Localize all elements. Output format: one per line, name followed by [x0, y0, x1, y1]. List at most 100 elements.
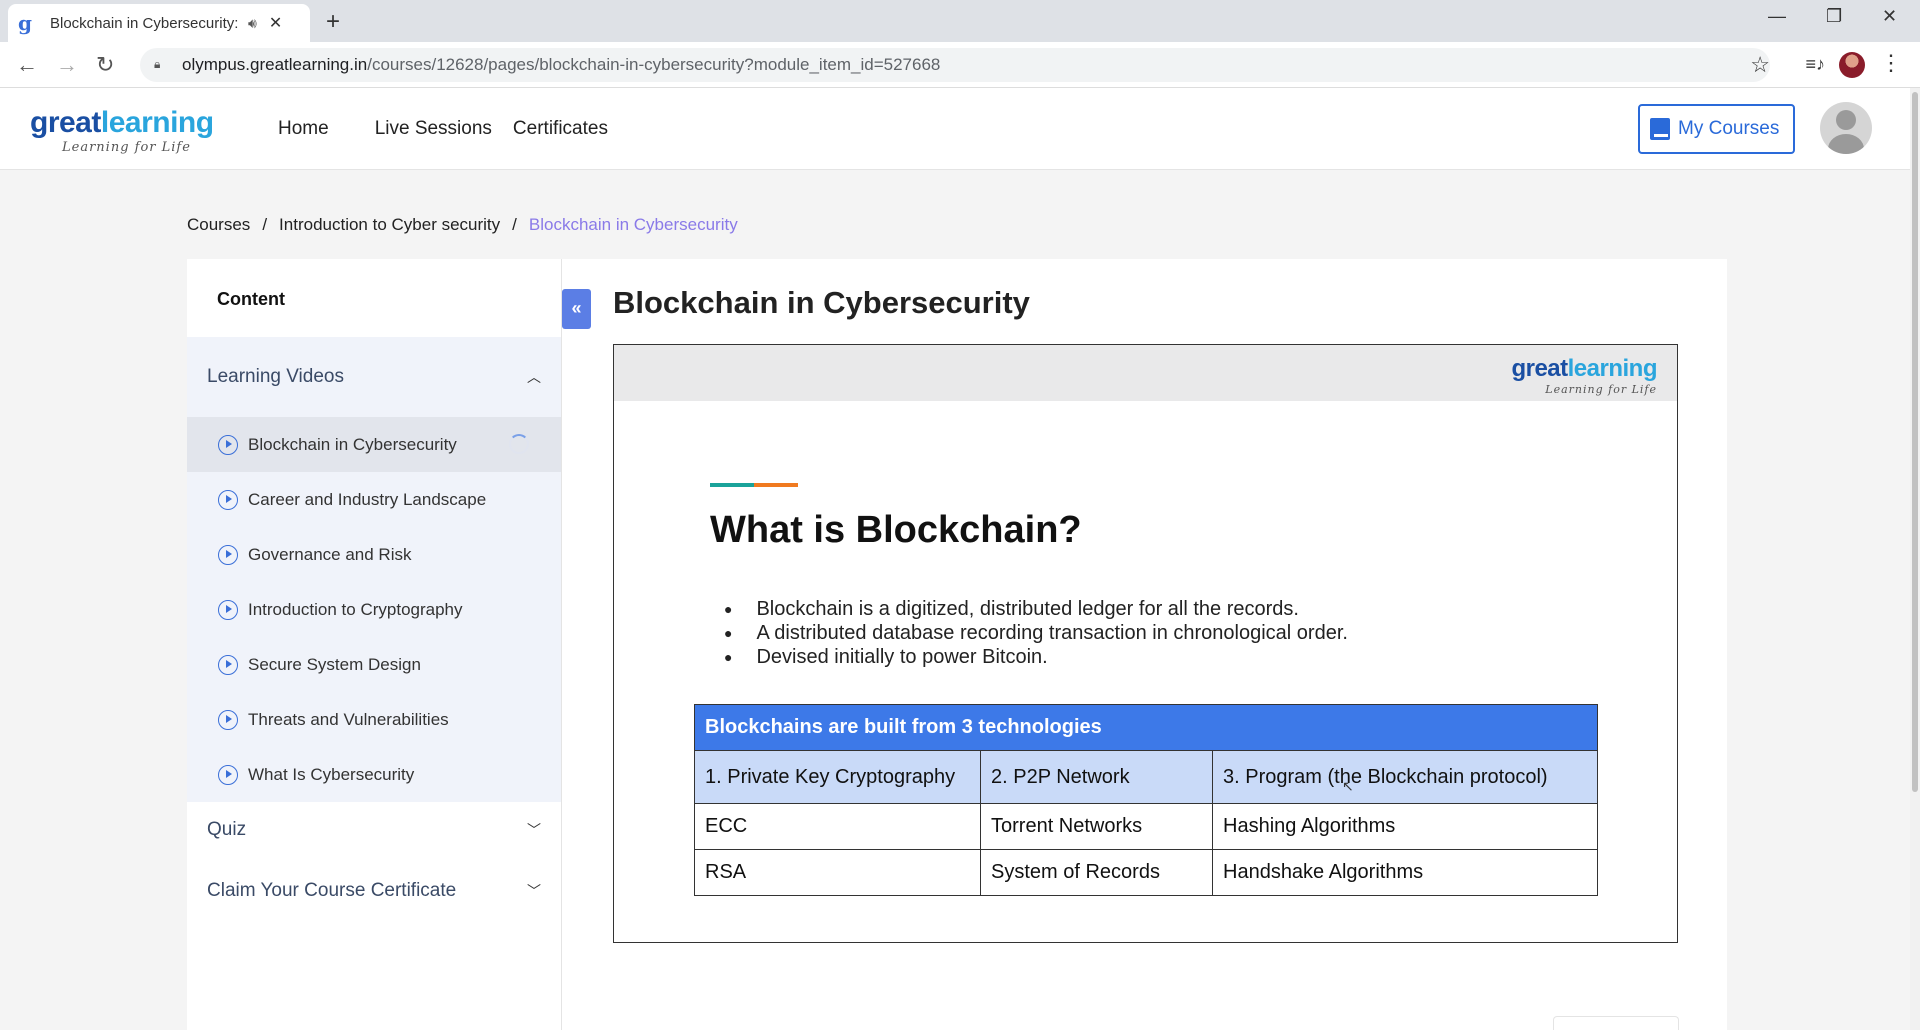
content-sidebar: Content Learning Videos ︿ Blockchain in …	[187, 259, 562, 1030]
video-item-label: Threats and Vulnerabilities	[248, 709, 449, 729]
table-cell: ECC	[694, 803, 981, 850]
section-quiz[interactable]: Quiz ﹀	[187, 802, 561, 858]
browser-menu-icon[interactable]: ⋮	[1880, 50, 1902, 76]
video-item-secure-design[interactable]: Secure System Design	[187, 637, 561, 692]
chevron-down-icon[interactable]: ﹀	[527, 881, 541, 901]
logo-wordmark: greatlearning	[30, 106, 214, 140]
play-icon	[218, 599, 238, 620]
browser-tab[interactable]: g Blockchain in Cybersecurity: 🔊︎ ✕	[8, 4, 310, 42]
section-claim-certificate[interactable]: Claim Your Course Certificate ﹀	[187, 858, 561, 924]
video-list: Blockchain in Cybersecurity Career and I…	[187, 417, 561, 802]
video-item-cryptography[interactable]: Introduction to Cryptography	[187, 582, 561, 637]
greatlearning-logo[interactable]: greatlearning Learning for Life	[30, 106, 214, 155]
section-label: Learning Videos	[207, 366, 344, 387]
reload-icon[interactable]: ↻	[96, 52, 114, 78]
speaker-icon[interactable]: 🔊︎	[248, 15, 257, 32]
close-window-icon[interactable]: ✕	[1882, 6, 1897, 27]
table-header-cell: Blockchains are built from 3 technologie…	[694, 704, 1598, 751]
logo-part-learning: learning	[100, 106, 214, 139]
restore-icon[interactable]: ❐	[1826, 6, 1842, 27]
play-icon	[218, 489, 238, 510]
lecture-slide[interactable]: greatlearning Learning for Life What is …	[613, 344, 1678, 943]
video-item-label: What Is Cybersecurity	[248, 764, 415, 784]
sidebar-heading: Content	[217, 289, 285, 309]
play-icon	[218, 544, 238, 565]
my-courses-button[interactable]: My Courses	[1638, 104, 1795, 154]
logo-part-great: great	[1511, 355, 1568, 382]
back-icon[interactable]: ←	[16, 52, 38, 78]
chevron-down-icon[interactable]: ﹀	[527, 820, 541, 840]
table-cell: System of Records	[980, 849, 1213, 896]
column-header: 1. Private Key Cryptography	[694, 750, 981, 804]
video-item-governance[interactable]: Governance and Risk	[187, 527, 561, 582]
bullet-item: A distributed database recording transac…	[724, 621, 1347, 645]
video-item-career[interactable]: Career and Industry Landscape	[187, 472, 561, 527]
slide-title: What is Blockchain?	[710, 509, 1082, 551]
technologies-table: Blockchains are built from 3 technologie…	[694, 704, 1598, 896]
slide-logo-tagline: Learning for Life	[1545, 383, 1657, 396]
book-icon	[1650, 118, 1670, 140]
section-learning-videos[interactable]: Learning Videos ︿	[187, 337, 561, 417]
bullet-item: Devised initially to power Bitcoin.	[724, 645, 1348, 669]
breadcrumb: Courses / Introduction to Cyber security…	[187, 215, 738, 235]
collapse-sidebar-button[interactable]: «	[562, 289, 591, 329]
close-tab-icon[interactable]: ✕	[269, 13, 282, 33]
minimize-icon[interactable]: —	[1768, 6, 1786, 27]
tab-title: Blockchain in Cybersecurity:	[50, 14, 239, 32]
loading-spinner-icon	[509, 434, 529, 454]
nav-certificates[interactable]: Certificates	[513, 118, 608, 140]
column-header: 3. Program (the Blockchain protocol)	[1212, 750, 1598, 804]
table-column-row: 1. Private Key Cryptography 2. P2P Netwo…	[694, 750, 1598, 804]
forward-icon[interactable]: →	[56, 52, 78, 78]
play-icon	[218, 764, 238, 785]
video-item-what-is[interactable]: What Is Cybersecurity	[187, 747, 561, 802]
logo-part-great: great	[30, 106, 101, 139]
profile-avatar[interactable]	[1839, 52, 1865, 78]
my-courses-label: My Courses	[1678, 118, 1780, 139]
bottom-panel-edge[interactable]	[1553, 1016, 1679, 1030]
breadcrumb-courses[interactable]: Courses	[187, 215, 250, 235]
url-text: olympus.greatlearning.in/courses/12628/p…	[182, 55, 940, 75]
nav-live-sessions[interactable]: Live Sessions	[375, 118, 492, 140]
lock-icon[interactable]: 🔒︎	[154, 57, 168, 73]
page-title: Blockchain in Cybersecurity	[613, 285, 1030, 320]
table-row: RSA System of Records Handshake Algorith…	[694, 849, 1598, 896]
table-cell: Torrent Networks	[980, 803, 1213, 850]
breadcrumb-separator: /	[262, 215, 268, 234]
slide-accent-bar	[710, 483, 798, 487]
chevron-up-icon[interactable]: ︿	[527, 367, 541, 387]
table-cell: Hashing Algorithms	[1212, 803, 1598, 850]
slide-logo-wordmark: greatlearning	[1511, 355, 1657, 383]
mouse-cursor-icon: ↖	[1342, 778, 1354, 794]
video-item-label: Blockchain in Cybersecurity	[248, 434, 457, 454]
nav-home[interactable]: Home	[278, 118, 329, 140]
bookmark-star-icon[interactable]: ☆	[1750, 52, 1770, 78]
table-cell: RSA	[694, 849, 981, 896]
address-bar[interactable]: 🔒︎ olympus.greatlearning.in/courses/1262…	[140, 48, 1770, 82]
browser-tab-bar: g Blockchain in Cybersecurity: 🔊︎ ✕ + — …	[0, 0, 1920, 42]
video-item-label: Career and Industry Landscape	[248, 489, 487, 509]
play-icon	[218, 654, 238, 675]
url-path: /courses/12628/pages/blockchain-in-cyber…	[367, 55, 941, 74]
column-header: 2. P2P Network	[980, 750, 1213, 804]
section-label: Claim Your Course Certificate	[207, 880, 457, 901]
slide-logo: greatlearning Learning for Life	[1511, 355, 1657, 396]
user-avatar[interactable]	[1820, 102, 1872, 154]
breadcrumb-separator: /	[512, 215, 517, 234]
site-header: greatlearning Learning for Life Home Liv…	[0, 88, 1910, 170]
video-item-label: Governance and Risk	[248, 544, 412, 564]
logo-part-learning: learning	[1567, 355, 1658, 382]
slide-bullets: Blockchain is a digitized, distributed l…	[724, 597, 1348, 669]
browser-toolbar: ← → ↻ 🔒︎ olympus.greatlearning.in/course…	[0, 42, 1920, 88]
breadcrumb-course[interactable]: Introduction to Cyber security	[279, 215, 500, 235]
video-item-label: Introduction to Cryptography	[248, 599, 463, 619]
breadcrumb-current: Blockchain in Cybersecurity	[528, 215, 738, 234]
video-item-blockchain[interactable]: Blockchain in Cybersecurity	[187, 417, 561, 472]
video-item-label: Secure System Design	[248, 654, 421, 674]
media-control-icon[interactable]: ≡♪	[1805, 54, 1825, 75]
scrollbar-thumb[interactable]	[1912, 92, 1918, 792]
new-tab-icon[interactable]: +	[326, 8, 340, 36]
table-row: ECC Torrent Networks Hashing Algorithms	[694, 803, 1598, 850]
video-item-threats[interactable]: Threats and Vulnerabilities	[187, 692, 561, 747]
url-host: olympus.greatlearning.in	[182, 55, 368, 74]
